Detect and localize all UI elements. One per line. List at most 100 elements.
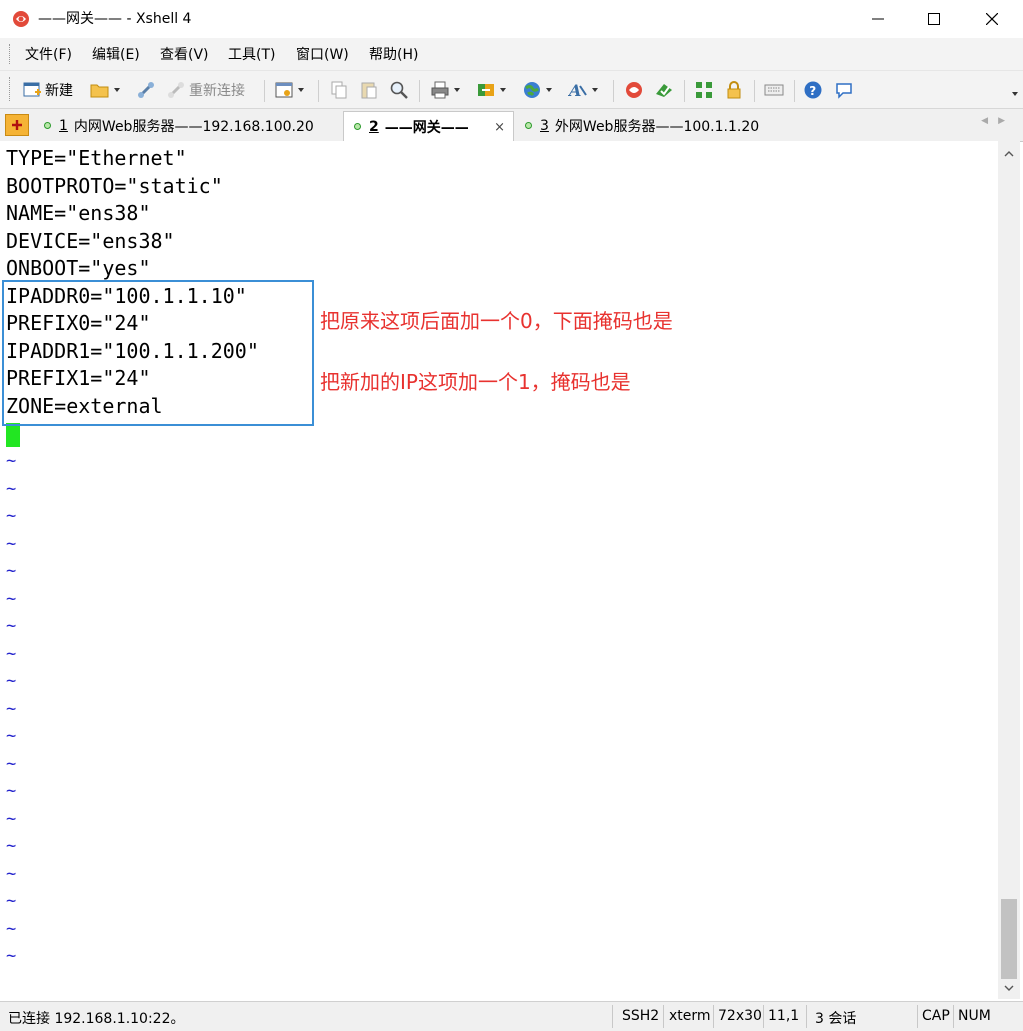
- new-session-button[interactable]: 新建: [22, 79, 73, 101]
- vi-empty-line-tilde: ~: [6, 891, 17, 911]
- status-separator: [763, 1005, 764, 1028]
- chevron-down-icon: [298, 88, 304, 92]
- minimize-button[interactable]: [849, 0, 907, 38]
- menu-edit[interactable]: 编辑(E): [92, 46, 140, 64]
- tab-label: 外网Web服务器——100.1.1.20: [554, 118, 760, 135]
- vi-empty-line-tilde: ~: [6, 451, 17, 471]
- lock-button[interactable]: [724, 79, 744, 101]
- open-button[interactable]: [90, 79, 120, 101]
- status-separator: [612, 1005, 613, 1028]
- menu-help[interactable]: 帮助(H): [369, 46, 418, 64]
- chat-button[interactable]: [834, 79, 854, 101]
- keyboard-button[interactable]: [764, 79, 784, 101]
- toolbar: 新建 重新连接 A ?: [0, 70, 1023, 109]
- help-icon: ?: [804, 81, 822, 99]
- menu-grip: [9, 44, 13, 64]
- help-button[interactable]: ?: [803, 79, 823, 101]
- vertical-scrollbar[interactable]: [998, 141, 1020, 999]
- fullscreen-button[interactable]: [694, 79, 714, 101]
- menu-file[interactable]: 文件(F): [25, 46, 72, 64]
- toolbar-separator: [264, 80, 265, 102]
- status-dot-icon: [525, 122, 532, 129]
- annotation-text-2: 把新加的IP这项加一个1，掩码也是: [320, 370, 631, 394]
- svg-text:A: A: [568, 81, 581, 100]
- terminal-view[interactable]: TYPE="Ethernet" BOOTPROTO="static" NAME="e…: [0, 141, 998, 999]
- terminal-line: NAME="ens38": [6, 201, 151, 225]
- vi-empty-line-tilde: ~: [6, 533, 17, 554]
- status-protocol: SSH2: [622, 1008, 660, 1024]
- status-caps-lock: CAP: [922, 1008, 950, 1024]
- reconnect-button[interactable]: 重新连接: [166, 79, 245, 101]
- add-tab-button[interactable]: [5, 114, 29, 136]
- scroll-up-button[interactable]: [998, 143, 1020, 165]
- tab-session-3[interactable]: 3 外网Web服务器——100.1.1.20: [515, 111, 759, 140]
- toolbar-separator: [419, 80, 420, 102]
- scroll-thumb[interactable]: [1001, 899, 1017, 979]
- chevron-down-icon: [1012, 92, 1018, 96]
- toolbar-separator: [794, 80, 795, 102]
- close-button[interactable]: [963, 0, 1021, 38]
- globe-icon: [524, 82, 540, 98]
- properties-icon: [275, 82, 293, 98]
- font-button[interactable]: A: [568, 79, 598, 101]
- chevron-up-icon: [1004, 151, 1014, 157]
- annotation-highlight-box: [2, 280, 314, 426]
- copy-icon: [331, 81, 347, 99]
- vi-empty-line-tilde: ~: [6, 726, 17, 746]
- tab-label: ——网关——: [384, 119, 469, 136]
- maximize-button[interactable]: [905, 0, 963, 38]
- terminal-line: BOOTPROTO="static": [6, 173, 223, 198]
- menu-view[interactable]: 查看(V): [160, 46, 209, 64]
- search-icon: [390, 81, 408, 99]
- vi-empty-line-tilde: ~: [6, 643, 17, 664]
- toolbar-separator: [754, 80, 755, 102]
- menu-bar: 文件(F) 编辑(E) 查看(V) 工具(T) 窗口(W) 帮助(H): [0, 38, 1023, 70]
- vi-empty-line-tilde: ~: [6, 863, 17, 884]
- title-bar: ——网关—— - Xshell 4: [0, 0, 1023, 38]
- minimize-icon: [872, 18, 884, 20]
- vi-empty-line-tilde: ~: [6, 561, 17, 581]
- status-terminal-type: xterm: [669, 1008, 711, 1024]
- vi-empty-line-tilde: ~: [6, 588, 17, 609]
- toolbar-separator: [318, 80, 319, 102]
- paste-button[interactable]: [359, 79, 379, 101]
- xftp-button[interactable]: [654, 79, 674, 101]
- paste-icon: [361, 82, 377, 99]
- vi-empty-line-tilde: ~: [6, 671, 17, 691]
- scroll-down-button[interactable]: [998, 977, 1020, 999]
- chat-bubble-icon: [836, 83, 852, 99]
- xshell-button[interactable]: [624, 79, 644, 101]
- status-separator: [713, 1005, 714, 1028]
- svg-text:?: ?: [809, 84, 816, 98]
- tab-scroll-arrows[interactable]: ◀▶: [981, 116, 1015, 126]
- tab-number: 3: [540, 117, 549, 134]
- vi-empty-line-tilde: ~: [6, 698, 17, 719]
- tab-session-2[interactable]: 2 ——网关—— ×: [343, 111, 514, 141]
- status-dot-icon: [44, 122, 51, 129]
- find-button[interactable]: [389, 79, 409, 101]
- tab-session-1[interactable]: 1 内网Web服务器——192.168.100.20: [34, 111, 314, 140]
- tab-close-icon[interactable]: ×: [494, 120, 505, 135]
- encoding-button[interactable]: [522, 79, 552, 101]
- tab-label: 内网Web服务器——192.168.100.20: [73, 118, 314, 135]
- chevron-down-icon: [114, 88, 120, 92]
- fullscreen-icon: [696, 82, 712, 98]
- status-separator: [917, 1005, 918, 1028]
- connect-button[interactable]: [136, 79, 156, 101]
- new-session-icon: [23, 82, 41, 97]
- terminal-line: TYPE="Ethernet": [6, 146, 187, 170]
- properties-button[interactable]: [274, 79, 304, 101]
- copy-button[interactable]: [329, 79, 349, 101]
- transfer-button[interactable]: [476, 79, 506, 101]
- vi-empty-line-tilde: ~: [6, 946, 17, 966]
- vi-empty-line-tilde: ~: [6, 781, 17, 801]
- toolbar-separator: [613, 80, 614, 102]
- status-separator: [953, 1005, 954, 1028]
- menu-window[interactable]: 窗口(W): [296, 46, 349, 64]
- print-button[interactable]: [430, 79, 460, 101]
- keyboard-icon: [764, 84, 784, 96]
- text-cursor: [6, 423, 20, 447]
- toolbar-overflow-button[interactable]: [1008, 79, 1018, 101]
- vi-empty-line-tilde: ~: [6, 836, 17, 856]
- menu-tools[interactable]: 工具(T): [228, 46, 275, 64]
